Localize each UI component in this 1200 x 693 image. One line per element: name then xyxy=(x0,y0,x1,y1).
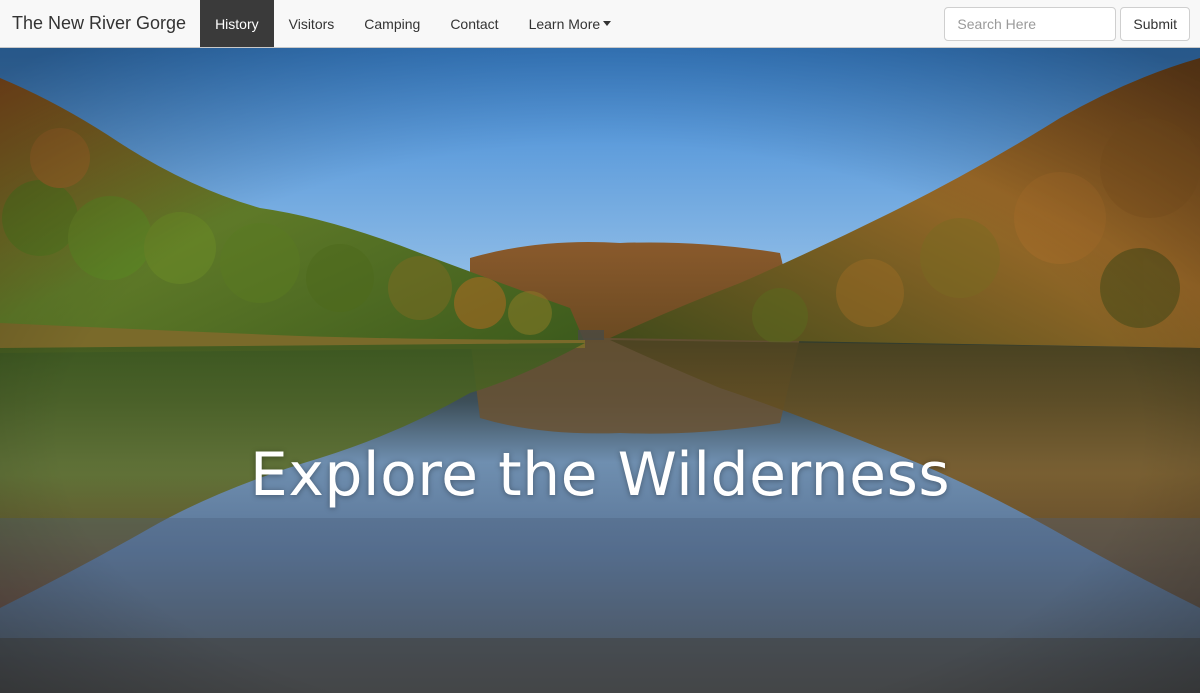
brand-link[interactable]: The New River Gorge xyxy=(0,0,200,47)
hero-headline: Explore the Wilderness xyxy=(249,440,951,510)
hero-section: Explore the Wilderness xyxy=(0,48,1200,693)
caret-down-icon xyxy=(603,21,612,26)
page: The New River Gorge History Visitors Cam… xyxy=(0,0,1200,693)
nav-item-history[interactable]: History xyxy=(200,0,274,47)
nav-menu: History Visitors Camping Contact Learn M… xyxy=(200,0,626,47)
river-gorge-landscape-image xyxy=(0,48,1200,693)
nav-item-contact[interactable]: Contact xyxy=(435,0,513,47)
nav-item-camping[interactable]: Camping xyxy=(349,0,435,47)
nav-item-visitors[interactable]: Visitors xyxy=(274,0,350,47)
navbar: The New River Gorge History Visitors Cam… xyxy=(0,0,1200,48)
search-input[interactable] xyxy=(944,6,1117,41)
nav-item-learn-more[interactable]: Learn More xyxy=(514,0,627,47)
nav-item-learn-more-label: Learn More xyxy=(528,15,601,32)
submit-button[interactable]: Submit xyxy=(1120,6,1190,41)
search-form: Submit xyxy=(944,0,1200,47)
